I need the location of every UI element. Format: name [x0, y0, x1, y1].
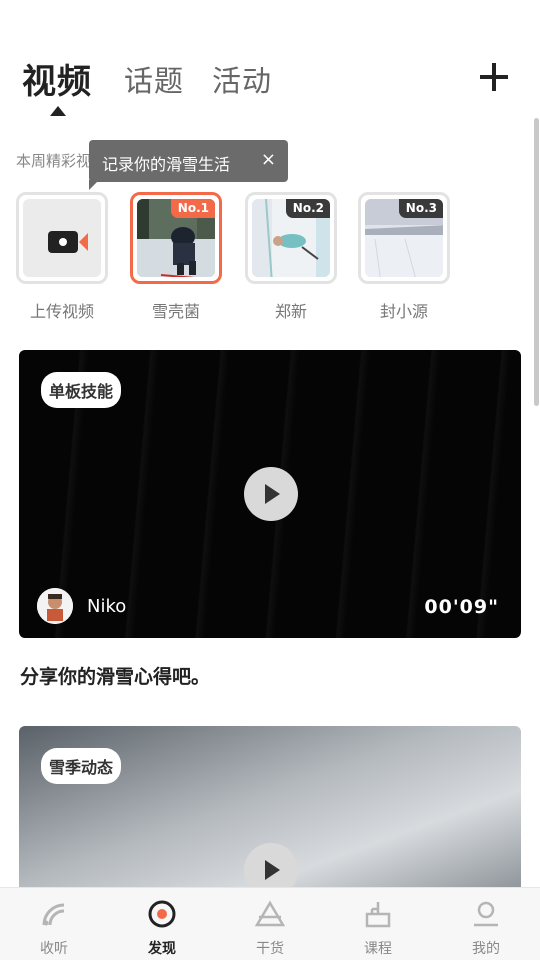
nav-item-courses[interactable]: 课程: [324, 888, 432, 960]
story-thumb[interactable]: No.1: [130, 192, 222, 284]
story-label: 郑新: [274, 302, 307, 321]
story-thumb[interactable]: No.3: [358, 192, 450, 284]
story-item[interactable]: No.2 郑新: [245, 192, 337, 322]
ski-lift-icon: [365, 902, 391, 928]
story-image: No.2: [252, 199, 330, 277]
nav-label: 收听: [40, 941, 68, 957]
author-name[interactable]: Niko: [87, 596, 126, 617]
tab-topics[interactable]: 话题: [124, 58, 184, 100]
story-image: No.3: [365, 199, 443, 277]
close-icon[interactable]: ×: [261, 149, 276, 170]
nav-item-listen[interactable]: 收听: [0, 888, 108, 960]
profile-icon: [474, 901, 498, 927]
story-label: 雪壳菌: [151, 302, 200, 321]
broadcast-icon: [42, 903, 65, 926]
upload-video-thumb[interactable]: [16, 192, 108, 284]
video-tag: 单板技能: [41, 372, 122, 408]
video-camera-icon: [48, 231, 78, 253]
active-tab-indicator: [50, 106, 66, 116]
story-label: 封小源: [379, 302, 428, 321]
story-image: No.1: [137, 199, 215, 277]
video-card[interactable]: 雪季动态: [19, 726, 521, 896]
triangle-icon: [255, 900, 285, 927]
video-caption: 分享你的滑雪心得吧。: [20, 666, 211, 688]
rank-badge: No.3: [398, 199, 443, 218]
play-icon[interactable]: [244, 467, 298, 521]
tooltip-text: 记录你的滑雪生活: [102, 155, 231, 174]
rank-badge: No.1: [170, 199, 215, 218]
story-upload-video[interactable]: 上传视频: [16, 192, 108, 322]
scrollbar[interactable]: [534, 118, 539, 406]
tooltip: 记录你的滑雪生活 ×: [89, 140, 288, 182]
video-camera-lens: [79, 233, 88, 251]
video-card[interactable]: 单板技能 Niko 00'09": [19, 350, 521, 638]
nav-label: 干货: [256, 941, 284, 957]
story-item[interactable]: No.3 封小源: [358, 192, 450, 322]
nav-item-profile[interactable]: 我的: [432, 888, 540, 960]
nav-label: 课程: [364, 941, 392, 957]
upload-video-bg: [23, 199, 101, 277]
nav-label: 我的: [472, 941, 500, 957]
nav-label: 发现: [148, 941, 176, 957]
story-label: 上传视频: [29, 302, 94, 321]
story-thumb[interactable]: No.2: [245, 192, 337, 284]
discover-icon: [148, 900, 176, 928]
tab-videos[interactable]: 视频: [22, 54, 92, 103]
nav-item-tips[interactable]: 干货: [216, 888, 324, 960]
nav-item-discover[interactable]: 发现: [108, 888, 216, 960]
video-duration: 00'09": [424, 596, 499, 618]
bottom-nav: 收听 发现 干货 课程 我的: [0, 887, 540, 960]
top-tab-bar: 视频 话题 活动: [0, 50, 540, 120]
tab-events[interactable]: 活动: [212, 58, 272, 100]
avatar[interactable]: [37, 588, 73, 624]
plus-icon[interactable]: [478, 61, 510, 93]
tooltip-tail: [89, 180, 99, 190]
rank-badge: No.2: [285, 199, 330, 218]
story-item[interactable]: No.1 雪壳菌: [130, 192, 222, 322]
video-tag: 雪季动态: [41, 748, 122, 784]
